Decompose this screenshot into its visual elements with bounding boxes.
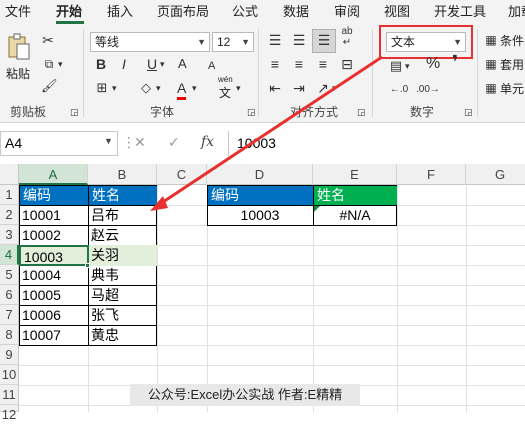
arrow-line — [159, 55, 383, 206]
arrow-head — [150, 196, 168, 211]
annotation-arrow — [150, 55, 383, 211]
